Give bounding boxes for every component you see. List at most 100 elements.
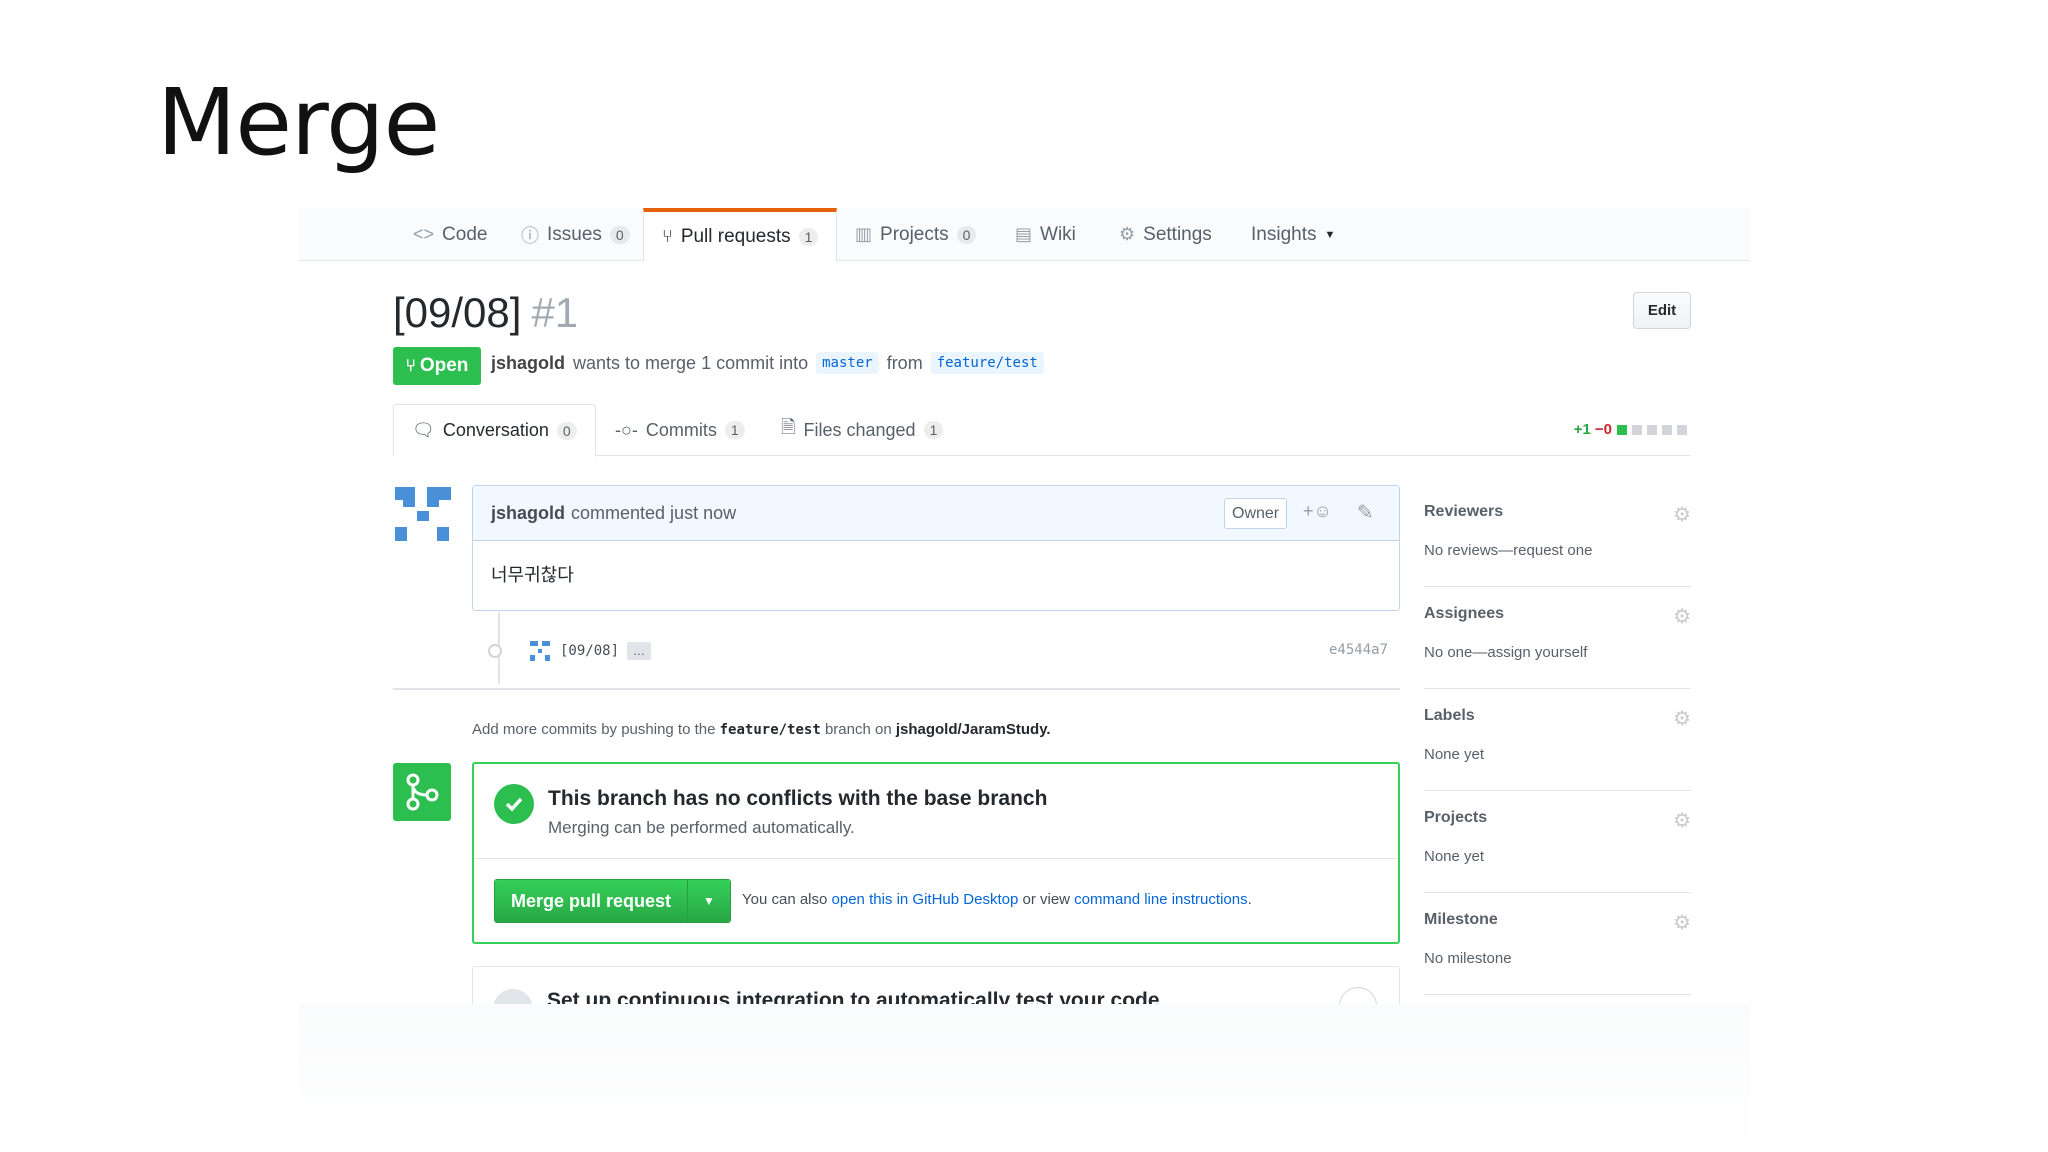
- pencil-icon[interactable]: ✎: [1357, 500, 1374, 525]
- tab-files-changed[interactable]: 🗎 Files changed 1: [781, 404, 944, 456]
- screenshot-crop-edge: [299, 1004, 1750, 1152]
- state-label: Open: [419, 355, 469, 376]
- merge-alt-suffix: .: [1247, 891, 1252, 908]
- pr-meta-text: wants to merge 1 commit into: [573, 352, 809, 373]
- ci-prompt: Set up continuous integration to automat…: [472, 966, 1400, 1004]
- merge-pull-request-button[interactable]: Merge pull request: [495, 880, 688, 922]
- ci-text: Set up continuous integration to automat…: [547, 989, 1160, 1004]
- tab-conversation[interactable]: 🗨 Conversation 0: [393, 404, 596, 457]
- merge-subtext: Merging can be performed automatically.: [548, 818, 855, 837]
- pr-title-text: [09/08]: [393, 289, 522, 336]
- caret-down-icon: ▼: [1324, 228, 1336, 241]
- git-commit-icon: -○-: [615, 419, 638, 440]
- ci-icon: [493, 989, 533, 1004]
- commit-message-link[interactable]: [09/08]: [560, 643, 619, 659]
- gear-icon[interactable]: ⚙: [1673, 808, 1691, 833]
- sidebar-value[interactable]: No reviews—request one: [1424, 542, 1592, 559]
- merge-alt-prefix: You can also: [742, 891, 828, 908]
- sidebar-projects: Projects None yet ⚙: [1424, 791, 1691, 893]
- commit-avatar[interactable]: [530, 641, 550, 661]
- tab-commits[interactable]: -○- Commits 1: [615, 404, 745, 456]
- projects-counter: 0: [956, 225, 977, 244]
- head-branch[interactable]: feature/test: [930, 352, 1044, 374]
- commit-row: [09/08] … e4544a7: [488, 637, 1388, 665]
- sidebar-value[interactable]: No one—assign yourself: [1424, 644, 1587, 661]
- commit-sha-link[interactable]: e4544a7: [1329, 642, 1388, 658]
- sidebar-label: Projects: [1424, 809, 1488, 826]
- nav-issues[interactable]: ⓘ Issues 0: [521, 208, 630, 261]
- git-merge-icon: [406, 773, 439, 811]
- sidebar-label: Reviewers: [1424, 503, 1504, 520]
- comment-body: 너무귀찮다: [491, 565, 574, 585]
- nav-wiki-label: Wiki: [1040, 223, 1076, 245]
- pr-number: #1: [531, 289, 579, 336]
- pr-title: [09/08] #1: [393, 289, 578, 337]
- merge-alternatives: You can also open this in GitHub Desktop…: [742, 891, 1252, 908]
- commit-expand-button[interactable]: …: [627, 642, 652, 660]
- diff-additions: +1: [1573, 421, 1591, 438]
- code-icon: <>: [413, 224, 435, 244]
- diffstat-box: [1617, 424, 1627, 435]
- sidebar-milestone: Milestone No milestone ⚙: [1424, 893, 1691, 995]
- pulls-counter: 1: [798, 227, 819, 246]
- timeline-divider: [393, 688, 1400, 690]
- gear-icon[interactable]: ⚙: [1673, 502, 1691, 527]
- nav-code-label: Code: [442, 223, 488, 245]
- diffstat-box: [1662, 424, 1672, 435]
- gear-icon[interactable]: ⚙: [1673, 910, 1691, 935]
- repo-nav: <> Code ⓘ Issues 0 ⑂ Pull requests 1 ▥ P…: [299, 208, 1750, 262]
- pr-tabs: 🗨 Conversation 0 -○- Commits 1 🗎 Files c…: [393, 404, 1691, 457]
- comment-header: jshagold commented just now Owner +☺ ✎: [473, 486, 1399, 541]
- comment: jshagold commented just now Owner +☺ ✎ 너…: [472, 485, 1400, 611]
- files-counter: 1: [923, 421, 944, 439]
- merge-actions: Merge pull request ▼ You can also open t…: [474, 859, 1398, 944]
- sidebar-label: Assignees: [1424, 605, 1505, 622]
- nav-projects-label: Projects: [880, 223, 949, 245]
- nav-wiki[interactable]: ▤ Wiki: [1015, 208, 1076, 261]
- comment-author-link[interactable]: jshagold: [491, 503, 565, 524]
- avatar[interactable]: [395, 487, 451, 543]
- nav-insights-label: Insights: [1251, 223, 1317, 245]
- command-line-link[interactable]: command line instructions: [1074, 891, 1247, 908]
- diffstat-box: [1632, 424, 1642, 435]
- nav-settings-label: Settings: [1143, 223, 1212, 245]
- merge-status-icon: [393, 763, 451, 821]
- diff-deletions: −0: [1594, 421, 1612, 438]
- nav-settings[interactable]: ⚙ Settings: [1119, 208, 1212, 261]
- nav-code[interactable]: <> Code: [413, 208, 487, 261]
- sidebar-value: None yet: [1424, 746, 1485, 763]
- pr-meta: jshagold wants to merge 1 commit into ma…: [491, 352, 1044, 374]
- add-reaction-icon[interactable]: +☺: [1303, 501, 1332, 522]
- merge-heading: This branch has no conflicts with the ba…: [548, 787, 1048, 810]
- gear-icon[interactable]: ⚙: [1673, 706, 1691, 731]
- gear-icon: ⚙: [1119, 224, 1136, 244]
- tab-commits-label: Commits: [645, 419, 717, 440]
- nav-issues-label: Issues: [547, 223, 602, 245]
- git-pull-request-icon: ⑂: [662, 226, 673, 246]
- nav-insights[interactable]: Insights ▼: [1251, 208, 1335, 261]
- merge-box: This branch has no conflicts with the ba…: [472, 762, 1400, 944]
- push-hint-repo: jshagold/JaramStudy.: [895, 721, 1051, 738]
- conversation-counter: 0: [556, 421, 577, 440]
- base-branch[interactable]: master: [816, 352, 879, 374]
- merge-options-dropdown[interactable]: ▼: [688, 880, 730, 922]
- nav-pull-requests[interactable]: ⑂ Pull requests 1: [643, 208, 838, 262]
- diffstat-box: [1677, 424, 1687, 435]
- open-desktop-link[interactable]: open this in GitHub Desktop: [832, 891, 1019, 908]
- caret-down-icon: ▼: [703, 894, 715, 908]
- slide-title: Merge: [157, 69, 440, 176]
- sidebar-reviewers: Reviewers No reviews—request one ⚙: [1424, 485, 1691, 587]
- tab-files-label: Files changed: [803, 419, 916, 440]
- nav-projects[interactable]: ▥ Projects 0: [855, 208, 977, 261]
- sidebar-labels: Labels None yet ⚙: [1424, 689, 1691, 791]
- merge-alt-middle: or view: [1022, 891, 1070, 908]
- merge-status: This branch has no conflicts with the ba…: [474, 764, 1398, 859]
- file-diff-icon: 🗎: [781, 417, 796, 437]
- check-icon: [494, 784, 534, 824]
- pr-author-link[interactable]: jshagold: [491, 353, 565, 374]
- diffstat-box: [1647, 424, 1657, 435]
- gear-icon[interactable]: ⚙: [1673, 604, 1691, 629]
- edit-button[interactable]: Edit: [1633, 292, 1691, 329]
- comment-discussion-icon: 🗨: [412, 420, 435, 440]
- close-icon[interactable]: [1339, 987, 1377, 1004]
